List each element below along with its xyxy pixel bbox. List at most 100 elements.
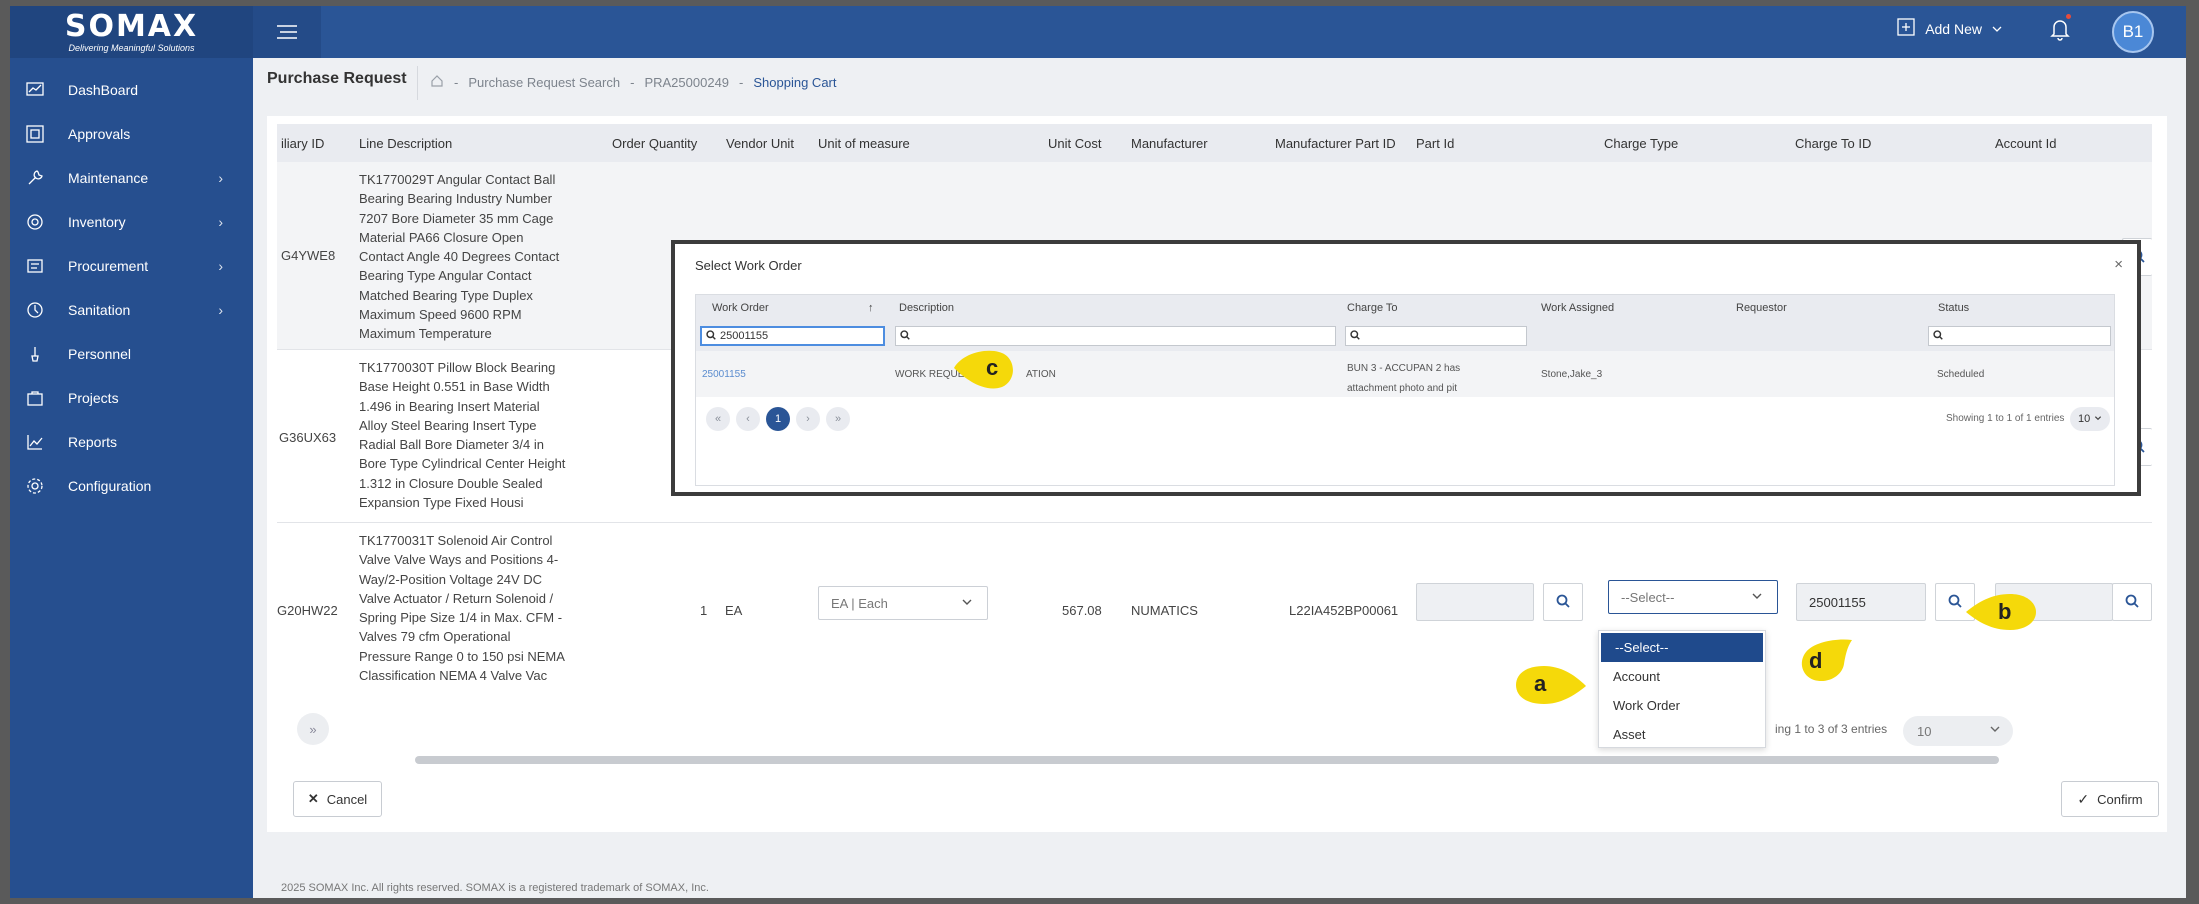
sidebar-item-projects[interactable]: Projects (10, 376, 253, 420)
col-status[interactable]: Status (1938, 302, 1969, 314)
dashboard-icon (24, 79, 46, 101)
desc-line: Matched Bearing Type Duplex (359, 287, 533, 303)
sidebar-item-inventory[interactable]: Inventory › (10, 200, 253, 244)
chevron-down-icon (961, 596, 973, 611)
first-page-icon[interactable]: « (706, 407, 730, 431)
modal-title: Select Work Order (695, 258, 802, 273)
menu-toggle-icon[interactable] (253, 6, 321, 58)
desc-line: Pressure Range 0 to 150 psi NEMA (359, 648, 565, 664)
desc-line: Expansion Type Fixed Housi (359, 495, 524, 511)
table-row[interactable]: 25001155 WORK REQUE ATION BUN 3 - ACCUPA… (696, 351, 2114, 397)
uom-select[interactable]: EA | Each (818, 586, 988, 620)
col-work-assigned[interactable]: Work Assigned (1541, 302, 1614, 314)
charge-type-option-select[interactable]: --Select-- (1601, 633, 1763, 662)
select-work-order-modal: Select Work Order × Work Order ↑ Descrip… (671, 240, 2141, 496)
sidebar-item-reports[interactable]: Reports (10, 420, 253, 464)
col-charge-to[interactable]: Charge To (1347, 302, 1398, 314)
breadcrumb-purchase-request-search[interactable]: Purchase Request Search (468, 75, 620, 90)
add-new-button[interactable]: Add New (1897, 18, 2002, 39)
close-icon[interactable]: × (2114, 256, 2123, 273)
aux-id: G4YWE8 (281, 248, 336, 263)
col-work-order[interactable]: Work Order (712, 302, 769, 314)
chevron-right-icon: › (218, 214, 223, 230)
charge-type-select[interactable]: --Select-- (1608, 580, 1778, 614)
avatar[interactable]: B1 (2112, 11, 2154, 53)
sidebar-item-configuration[interactable]: Configuration (10, 464, 253, 508)
order-quantity: 1 (700, 603, 708, 618)
col-auxiliary-id: iliary ID (281, 136, 325, 151)
breadcrumb-sep: - (454, 75, 459, 90)
search-icon (1933, 329, 1943, 343)
account-search-button[interactable] (2112, 583, 2152, 621)
work-order-table: Work Order ↑ Description Charge To Work … (695, 294, 2115, 486)
prev-page-icon[interactable]: ‹ (736, 407, 760, 431)
part-id-input[interactable] (1416, 583, 1534, 621)
page-1-button[interactable]: 1 (766, 407, 790, 431)
charge-type-option-account[interactable]: Account (1599, 662, 1765, 691)
notification-bell-icon[interactable] (2050, 14, 2071, 46)
last-page-icon[interactable]: » (826, 407, 850, 431)
line-description: TK1770030T Pillow Block Bearing Base Hei… (359, 358, 569, 512)
expand-columns-icon[interactable]: » (297, 713, 329, 745)
col-vendor-unit: Vendor Unit (726, 136, 794, 151)
next-page-icon[interactable]: › (796, 407, 820, 431)
home-icon[interactable] (430, 74, 444, 91)
horizontal-scrollbar[interactable] (415, 756, 1999, 764)
work-order-description-tail: ATION (1026, 369, 1056, 380)
desc-line: Alloy Steel Bearing Insert Type (359, 417, 537, 433)
desc-line: Classification NEMA 4 Valve Vac (359, 668, 548, 684)
approvals-icon (24, 123, 46, 145)
charge-type-option-work-order[interactable]: Work Order (1599, 691, 1765, 720)
sidebar-item-label: Projects (68, 390, 119, 406)
configuration-icon (24, 475, 46, 497)
desc-line: Base Height 0.551 in Base Width (359, 379, 550, 395)
work-order-filter-input[interactable]: 25001155 (700, 326, 885, 346)
manufacturer-part-id: L22IA452BP00061 (1289, 603, 1399, 618)
cancel-button[interactable]: ✕ Cancel (293, 781, 382, 817)
charge-to-id-input[interactable]: 25001155 (1796, 583, 1926, 621)
search-icon (1948, 594, 1962, 611)
maintenance-icon (24, 167, 46, 189)
part-id-search-button[interactable] (1543, 583, 1583, 621)
aux-id: G36UX63 (279, 430, 337, 445)
page-size-select[interactable]: 10 (1903, 716, 2013, 746)
modal-entries-info: Showing 1 to 1 of 1 entries (1946, 413, 2065, 424)
col-unit-of-measure: Unit of measure (818, 136, 910, 151)
callout-c: c (944, 344, 1024, 399)
modal-table-header: Work Order ↑ Description Charge To Work … (696, 295, 2114, 321)
sidebar-item-procurement[interactable]: Procurement › (10, 244, 253, 288)
divider (417, 66, 418, 100)
sidebar-item-label: Configuration (68, 478, 152, 494)
sort-asc-icon[interactable]: ↑ (868, 302, 874, 314)
modal-filter-row: 25001155 (696, 321, 2114, 351)
sidebar-item-maintenance[interactable]: Maintenance › (10, 156, 253, 200)
col-requestor[interactable]: Requestor (1736, 302, 1787, 314)
aux-id: G20HW22 (277, 603, 338, 618)
confirm-button[interactable]: ✓ Confirm (2061, 781, 2159, 817)
charge-to-filter-input[interactable] (1345, 326, 1527, 346)
breadcrumb-shopping-cart: Shopping Cart (753, 75, 837, 90)
sidebar-item-dashboard[interactable]: DashBoard (10, 68, 253, 112)
chevron-right-icon: › (218, 302, 223, 318)
col-manufacturer-part-id: Manufacturer Part ID (1275, 136, 1396, 151)
charge-type-option-asset[interactable]: Asset (1599, 720, 1765, 749)
sidebar-item-personnel[interactable]: Personnel (10, 332, 253, 376)
sidebar-item-approvals[interactable]: Approvals (10, 112, 253, 156)
status-filter-input[interactable] (1928, 326, 2111, 346)
page-size-value: 10 (1917, 723, 1932, 739)
breadcrumb-pr-number[interactable]: PRA25000249 (644, 75, 729, 90)
sidebar-item-sanitation[interactable]: Sanitation › (10, 288, 253, 332)
procurement-icon (24, 255, 46, 277)
unit-cost: 567.08 (1062, 603, 1102, 618)
sidebar: SOMAX Delivering Meaningful Solutions Da… (10, 6, 253, 898)
modal-page-size-select[interactable]: 10 (2070, 407, 2110, 431)
work-order-link[interactable]: 25001155 (702, 369, 746, 380)
chevron-down-icon (2094, 413, 2102, 425)
description-filter-input[interactable] (895, 326, 1336, 346)
logo[interactable]: SOMAX Delivering Meaningful Solutions (10, 6, 253, 58)
brand-tagline: Delivering Meaningful Solutions (68, 42, 195, 53)
col-description[interactable]: Description (899, 302, 954, 314)
desc-line: Maximum Temperature (359, 326, 492, 342)
desc-line: Way/2-Position Voltage 24V DC (359, 571, 543, 587)
callout-label: c (986, 355, 999, 380)
